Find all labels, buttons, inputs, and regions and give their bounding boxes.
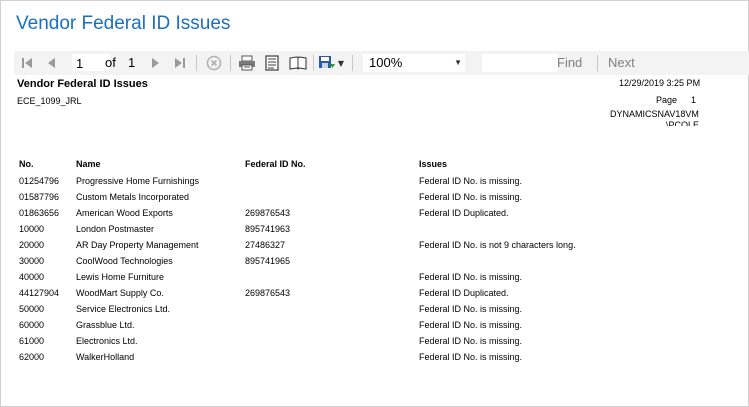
cell-issue: Federal ID Duplicated. [419,208,509,218]
cell-issue: Federal ID Duplicated. [419,288,509,298]
page-setup-icon[interactable] [287,53,309,73]
first-page-icon[interactable] [18,53,36,73]
cell-no: 60000 [19,320,45,330]
cell-federal-id: 27486327 [245,240,286,250]
zoom-select[interactable]: 100% ▼ [363,54,465,72]
table-row: 44127904 WoodMart Supply Co. 269876543 F… [14,288,749,304]
export-dropdown-icon[interactable]: ▼ [336,53,346,73]
table-row: 60000 Grassblue Ltd. Federal ID No. is m… [14,320,749,336]
find-button[interactable]: Find [557,54,582,71]
table-row: 62000 WalkerHolland Federal ID No. is mi… [14,352,749,368]
report-code: ECE_1099_JRL [17,96,82,106]
report-title: Vendor Federal ID Issues [17,78,148,90]
next-page-icon[interactable] [147,53,165,73]
column-header-no: No. [19,159,34,169]
page-number: 1 [691,95,697,105]
last-page-icon[interactable] [171,53,189,73]
total-pages: 1 [128,55,136,70]
report-server: DYNAMICSNAV18VM [610,109,699,119]
table-row: 01863656 American Wood Exports 269876543… [14,208,749,224]
cell-no: 61000 [19,336,45,346]
report-canvas: Vendor Federal ID Issues ECE_1099_JRL 12… [14,77,749,407]
table-row: 40000 Lewis Home Furniture Federal ID No… [14,272,749,288]
cell-no: 10000 [19,224,45,234]
cell-no: 01254796 [19,176,60,186]
cell-name: Electronics Ltd. [76,336,138,346]
toolbar-separator [313,55,314,71]
chevron-down-icon: ▼ [454,58,462,67]
toolbar-separator [196,55,197,71]
table-row: 01254796 Progressive Home Furnishings Fe… [14,176,749,192]
window-title: Vendor Federal ID Issues [16,13,231,34]
cell-name: American Wood Exports [76,208,173,218]
cell-federal-id: 269876543 [245,288,291,298]
cell-issue: Federal ID No. is missing. [419,304,523,314]
cell-issue: Federal ID No. is missing. [419,176,523,186]
report-toolbar: 1 of 1 ▼ 100% ▼ Find Next [14,51,749,75]
cell-name: Grassblue Ltd. [76,320,135,330]
toolbar-separator [230,55,231,71]
table-row: 10000 London Postmaster 895741963 [14,224,749,240]
table-row: 01587796 Custom Metals Incorporated Fede… [14,192,749,208]
cell-name: Custom Metals Incorporated [76,192,190,202]
of-label: of [105,55,116,70]
cell-issue: Federal ID No. is missing. [419,192,523,202]
cell-name: AR Day Property Management [76,240,199,250]
table-row: 61000 Electronics Ltd. Federal ID No. is… [14,336,749,352]
cell-name: CoolWood Technologies [76,256,173,266]
column-header-federal-id: Federal ID No. [245,159,306,169]
cell-no: 44127904 [19,288,60,298]
cell-federal-id: 895741963 [245,224,291,234]
cell-no: 01863656 [19,208,60,218]
column-header-name: Name [76,159,101,169]
previous-page-icon[interactable] [42,53,60,73]
cell-federal-id: 895741965 [245,256,291,266]
report-page: Page 1 [656,95,696,105]
find-input[interactable] [482,54,558,72]
print-layout-icon[interactable] [262,53,282,73]
cell-name: Service Electronics Ltd. [76,304,171,314]
page-label: Page [656,95,678,105]
cell-issue: Federal ID No. is missing. [419,320,523,330]
zoom-value: 100% [369,55,403,70]
cell-issue: Federal ID No. is missing. [419,272,523,282]
cell-no: 20000 [19,240,45,250]
report-datetime: 12/29/2019 3:25 PM [619,78,701,88]
cell-name: Progressive Home Furnishings [76,176,200,186]
next-button[interactable]: Next [608,54,635,71]
cell-issue: Federal ID No. is missing. [419,352,523,362]
cell-issue: Federal ID No. is missing. [419,336,523,346]
cell-no: 40000 [19,272,45,282]
cell-no: 62000 [19,352,45,362]
stop-icon[interactable] [204,53,224,73]
cell-issue: Federal ID No. is not 9 characters long. [419,240,576,250]
report-user: \PCOLE [666,121,700,126]
cell-name: WalkerHolland [76,352,135,362]
cell-name: WoodMart Supply Co. [76,288,164,298]
export-icon[interactable] [316,53,338,73]
cell-federal-id: 269876543 [245,208,291,218]
cell-name: Lewis Home Furniture [76,272,165,282]
toolbar-separator [352,55,353,71]
toolbar-separator [597,55,598,71]
table-row: 50000 Service Electronics Ltd. Federal I… [14,304,749,320]
cell-no: 50000 [19,304,45,314]
table-row: 30000 CoolWood Technologies 895741965 [14,256,749,272]
cell-no: 01587796 [19,192,60,202]
cell-no: 30000 [19,256,45,266]
column-header-issues: Issues [419,159,448,169]
cell-name: London Postmaster [76,224,155,234]
print-icon[interactable] [236,53,258,73]
table-row: 20000 AR Day Property Management 2748632… [14,240,749,256]
